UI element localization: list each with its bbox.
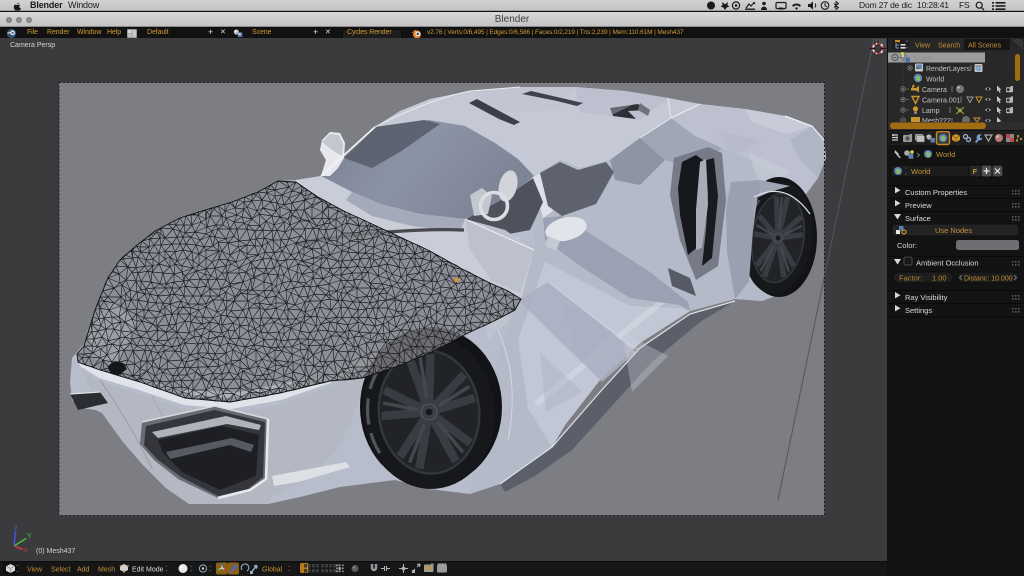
svg-text:Select: Select [51,567,71,574]
svg-text:View: View [915,43,931,50]
svg-text:1.00: 1.00 [932,274,947,283]
svg-text:Ray Visibility: Ray Visibility [905,293,948,302]
svg-text:Custom Properties: Custom Properties [905,188,967,197]
svg-text:World: World [936,150,955,159]
svg-text:F: F [973,167,978,176]
svg-text:Distanc: 10.000: Distanc: 10.000 [964,276,1013,283]
svg-text:All Scenes: All Scenes [968,43,1002,50]
svg-text:Global: Global [262,567,283,574]
svg-text:Scene: Scene [913,56,933,63]
svg-text:Ambient Occlusion: Ambient Occlusion [916,259,979,268]
svg-text:Y: Y [27,533,32,540]
svg-text:World: World [926,77,944,84]
svg-text:Edit Mode: Edit Mode [132,567,164,574]
svg-text:Settings: Settings [905,306,932,315]
svg-text:Factor:: Factor: [899,274,922,283]
svg-text:Camera.001: Camera.001 [922,98,961,105]
svg-text:Preview: Preview [905,201,932,210]
svg-text:View: View [27,567,43,574]
svg-text:Surface: Surface [905,214,931,223]
svg-text:World: World [911,167,930,176]
svg-text:Lamp: Lamp [922,108,940,115]
svg-text:z: z [14,525,18,532]
svg-text:Camera: Camera [922,87,947,94]
svg-text:Mesh: Mesh [98,567,115,574]
svg-text:Color:: Color: [897,241,917,250]
svg-text:Search: Search [938,43,960,50]
svg-text:x: x [24,547,28,554]
svg-text:RenderLayers: RenderLayers [926,66,970,73]
svg-text:Use Nodes: Use Nodes [935,226,972,235]
svg-text:Add: Add [77,567,90,574]
